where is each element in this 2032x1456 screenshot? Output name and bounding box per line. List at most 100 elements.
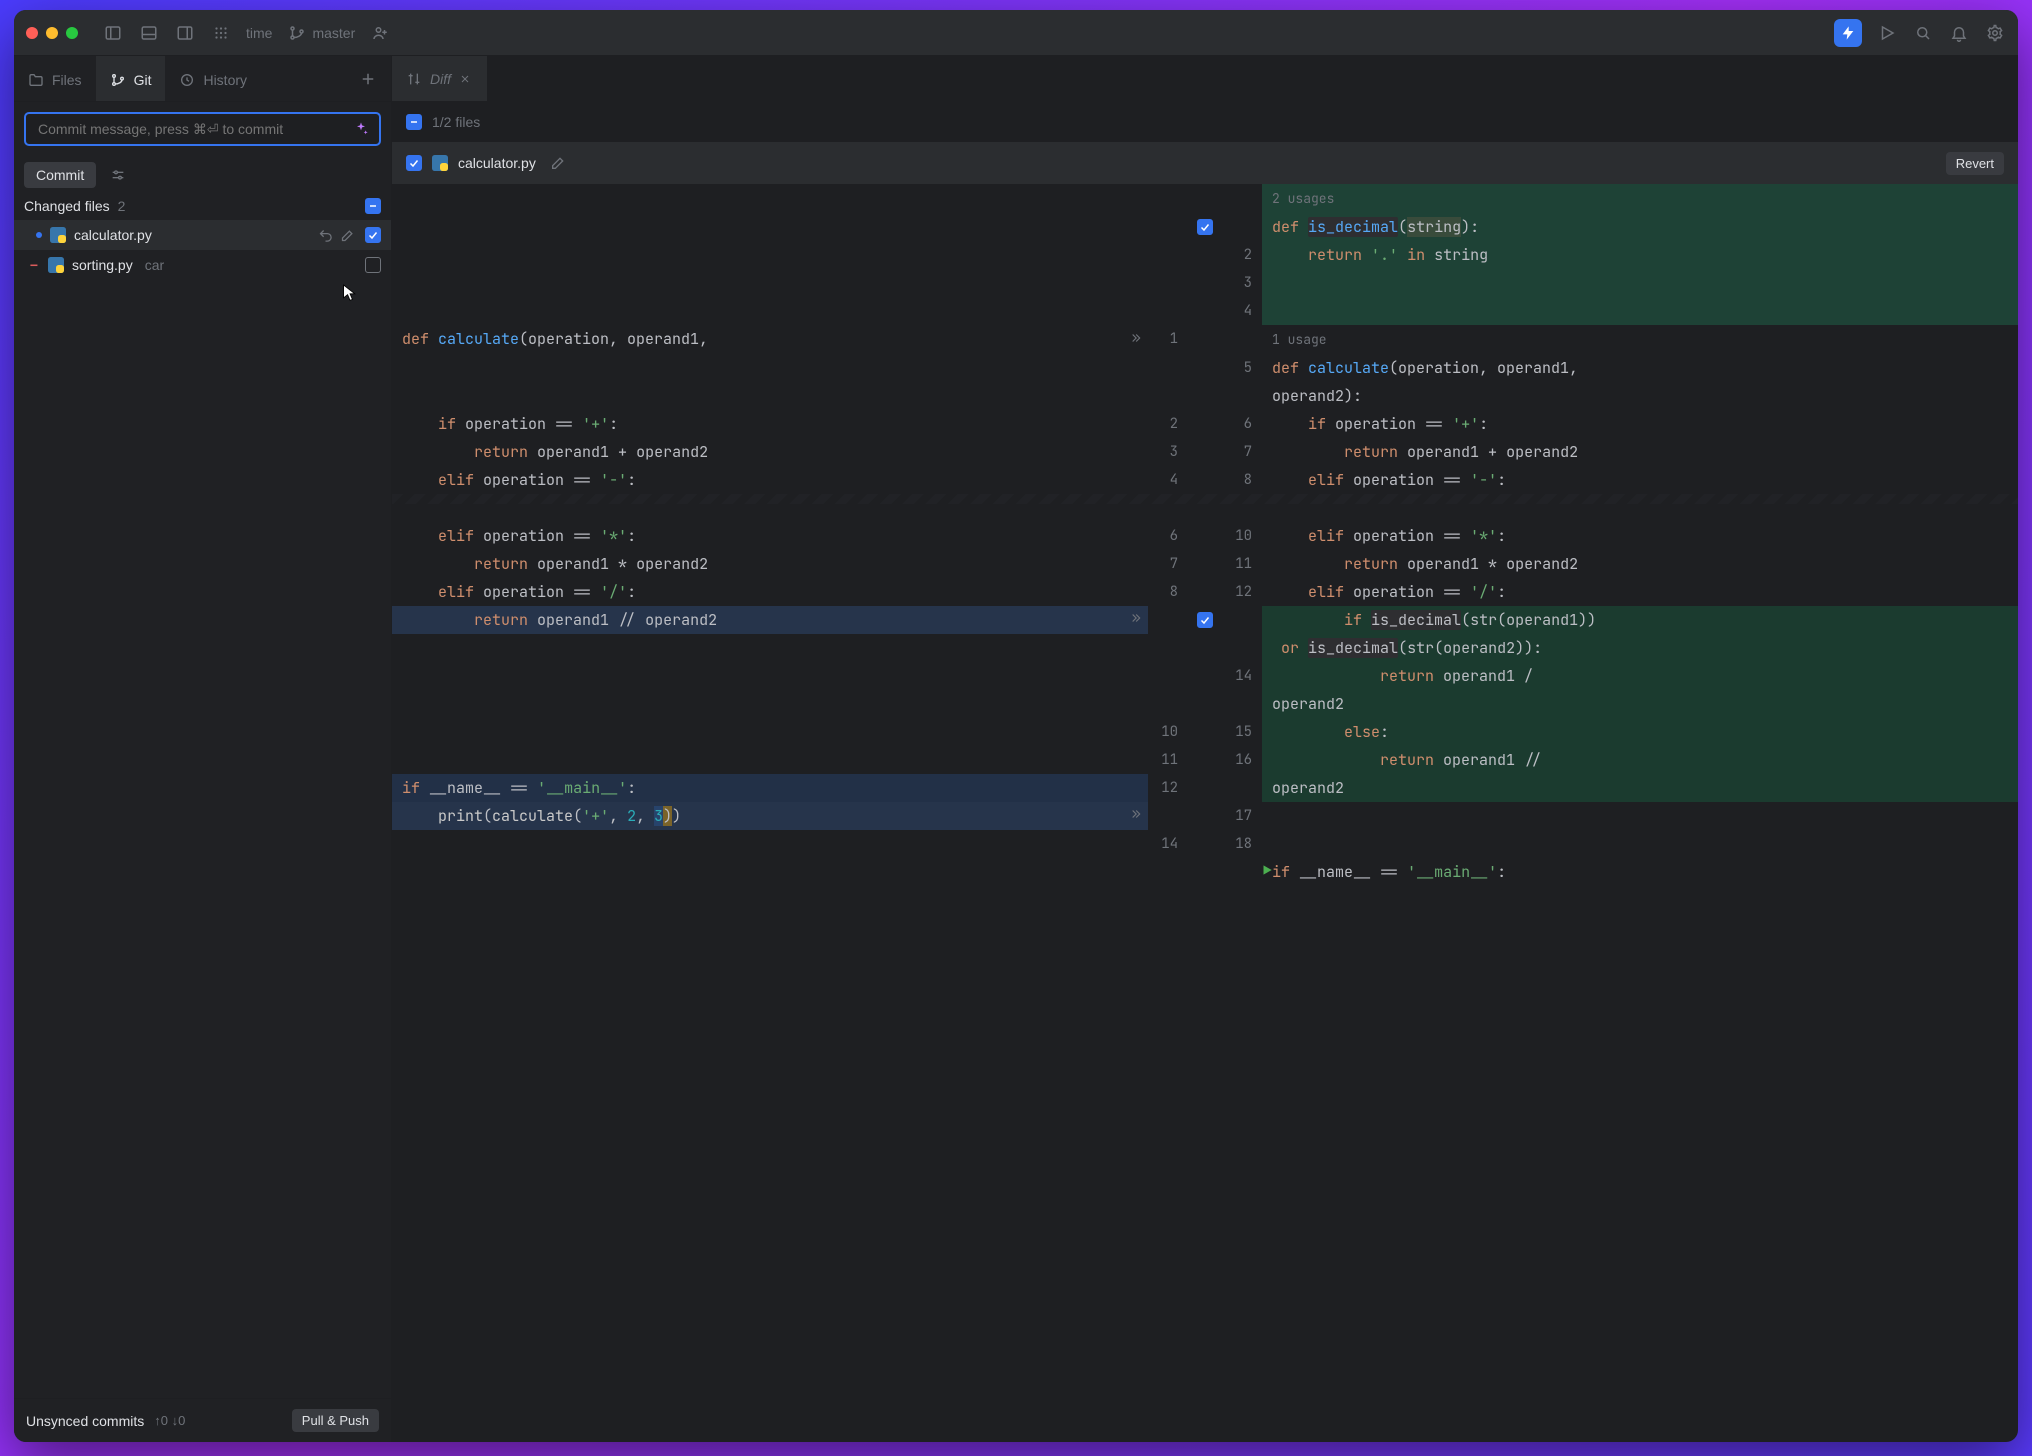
editor-tab-diff[interactable]: Diff [392, 56, 487, 101]
panel-left-icon[interactable] [102, 22, 124, 44]
gutter-right [1222, 774, 1262, 802]
changed-files-count: 2 [118, 198, 126, 214]
diff-right-code: if is_decimal(str(operand1)) [1262, 606, 2018, 634]
changed-files-header[interactable]: Changed files 2 [14, 192, 391, 220]
ai-sparkle-icon[interactable] [353, 121, 369, 137]
diff-line: if __name__ == '__main__': [392, 858, 2018, 886]
diff-toolbar: 1/2 files [392, 102, 2018, 142]
file-name: calculator.py [74, 227, 152, 243]
diff-left-code [392, 184, 1148, 213]
close-tab-icon[interactable] [459, 72, 473, 86]
gutter-left [1148, 241, 1188, 269]
file-checkbox[interactable] [365, 257, 381, 273]
diff-left-code: if __name__ == '__main__': [392, 774, 1148, 802]
gutter-right [1222, 325, 1262, 354]
run-gutter-icon[interactable] [1262, 858, 1274, 886]
add-tab-icon[interactable] [357, 68, 379, 90]
diff-viewer[interactable]: 2 usagesdef is_decimal(string):2 return … [392, 184, 2018, 1442]
gutter-left: 2 [1148, 410, 1188, 438]
diff-icon [406, 71, 422, 87]
file-checkbox[interactable] [365, 227, 381, 243]
editor-tab-label: Diff [430, 71, 451, 87]
pull-push-button[interactable]: Pull & Push [292, 1409, 379, 1432]
diff-line: 1015 else: [392, 718, 2018, 746]
branch-icon[interactable] [286, 22, 308, 44]
file-row[interactable]: calculator.py [14, 220, 391, 250]
diff-left-code: elif operation == '/': [392, 578, 1148, 606]
diff-file-checkbox[interactable] [406, 155, 422, 171]
diff-right-code: operand2 [1262, 690, 2018, 718]
gutter-left [1148, 690, 1188, 718]
gutter-right: 6 [1222, 410, 1262, 438]
revert-file-icon[interactable] [315, 225, 335, 245]
grid-icon[interactable] [210, 22, 232, 44]
diff-right-code: elif operation == '/': [1262, 578, 2018, 606]
branch-name[interactable]: master [312, 25, 355, 41]
gutter-left: 1 [1148, 325, 1188, 354]
revert-button[interactable]: Revert [1946, 152, 2004, 175]
panel-bottom-icon[interactable] [138, 22, 160, 44]
tab-history[interactable]: History [165, 56, 261, 101]
hunk-checkbox[interactable] [1197, 219, 1213, 235]
gutter-left: 4 [1148, 466, 1188, 494]
add-user-icon[interactable] [369, 22, 391, 44]
diff-mid-gutter [1188, 578, 1222, 606]
changed-files-label: Changed files [24, 198, 110, 214]
diff-right-code: return operand1 * operand2 [1262, 550, 2018, 578]
diff-left-code [392, 354, 1148, 382]
commit-message-field[interactable] [36, 120, 347, 138]
diff-right-code: 1 usage [1262, 325, 2018, 354]
diff-right-code [1262, 802, 2018, 830]
notifications-icon[interactable] [1948, 22, 1970, 44]
diff-left-code: elif operation == '*': [392, 522, 1148, 550]
diff-left-code [392, 662, 1148, 690]
commit-message-input[interactable] [24, 112, 381, 146]
edit-file-icon[interactable] [546, 151, 570, 175]
diff-line: elif operation == '-':48 elif operation … [392, 466, 2018, 494]
gutter-right [1222, 634, 1262, 662]
hunk-checkbox[interactable] [1197, 612, 1213, 628]
expand-icon[interactable] [1128, 326, 1142, 354]
gutter-right [1222, 184, 1262, 213]
close-window-icon[interactable] [26, 27, 38, 39]
gutter-right [1222, 606, 1262, 634]
diff-select-all-checkbox[interactable] [406, 114, 422, 130]
diff-mid-gutter [1188, 325, 1222, 354]
diff-line: 14 return operand1 / [392, 662, 2018, 690]
commit-button[interactable]: Commit [24, 162, 96, 188]
status-modified-icon [36, 232, 42, 238]
gutter-left [1148, 297, 1188, 325]
gutter-right: 8 [1222, 466, 1262, 494]
tab-git[interactable]: Git [96, 56, 166, 101]
diff-mid-gutter [1188, 690, 1222, 718]
diff-left-code [392, 213, 1148, 241]
panel-right-icon[interactable] [174, 22, 196, 44]
gutter-left [1148, 184, 1188, 213]
gutter-right: 14 [1222, 662, 1262, 690]
settings-icon[interactable] [1984, 22, 2006, 44]
file-row[interactable]: −sorting.pycar [14, 250, 391, 280]
diff-mid-gutter [1188, 297, 1222, 325]
tab-files[interactable]: Files [14, 56, 96, 101]
run-icon[interactable] [1876, 22, 1898, 44]
search-icon[interactable] [1912, 22, 1934, 44]
project-name[interactable]: time [246, 25, 272, 41]
gutter-right: 7 [1222, 438, 1262, 466]
expand-icon[interactable] [1128, 802, 1142, 830]
changed-files-checkbox[interactable] [365, 198, 381, 214]
expand-icon[interactable] [1128, 606, 1142, 634]
python-file-icon [432, 155, 448, 171]
commit-options-icon[interactable] [106, 163, 130, 187]
diff-line: operand2 [392, 690, 2018, 718]
ai-assistant-icon[interactable] [1834, 19, 1862, 47]
minimize-window-icon[interactable] [46, 27, 58, 39]
gutter-left [1148, 213, 1188, 241]
diff-right-code: def is_decimal(string): [1262, 213, 2018, 241]
diff-left-code: if operation == '+': [392, 410, 1148, 438]
gutter-left: 7 [1148, 550, 1188, 578]
maximize-window-icon[interactable] [66, 27, 78, 39]
gutter-left [1148, 858, 1188, 886]
diff-line: 3 [392, 269, 2018, 297]
diff-left-code [392, 634, 1148, 662]
edit-file-icon[interactable] [337, 225, 357, 245]
